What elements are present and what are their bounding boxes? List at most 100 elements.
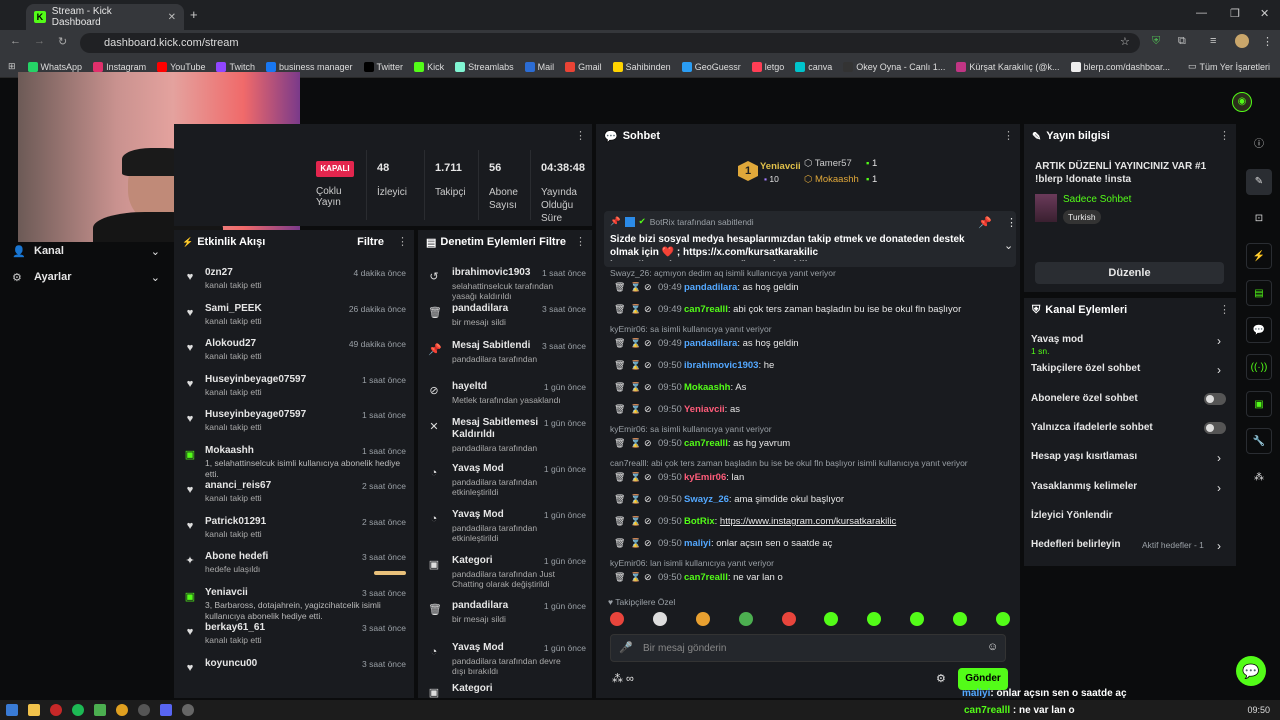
unpin-icon[interactable]: 📌: [978, 216, 992, 229]
rail-icon[interactable]: ⁂: [1246, 465, 1272, 491]
ban-icon[interactable]: ⊘: [644, 282, 652, 293]
activity-filter-button[interactable]: Filtre: [357, 236, 384, 248]
rail-icon[interactable]: ⚡: [1246, 243, 1272, 269]
browser-tab[interactable]: K Stream - Kick Dashboard ✕: [26, 4, 184, 30]
new-tab-icon[interactable]: +: [190, 7, 198, 22]
emote-icon[interactable]: [781, 612, 796, 626]
rail-icon[interactable]: 🔧: [1246, 428, 1272, 454]
apps-grid-icon[interactable]: ⊞: [8, 61, 16, 72]
activity-item[interactable]: ♥ berkay61_61 3 saat önce kanalı takip etti: [174, 622, 414, 656]
bookmark-item[interactable]: letgo: [751, 61, 784, 72]
bookmark-item[interactable]: Instagram: [93, 61, 146, 72]
activity-item[interactable]: ♥ koyuncu00 3 saat önce: [174, 658, 414, 692]
emote-icon[interactable]: [738, 612, 753, 626]
moderation-item[interactable]: 📌 Mesaj Sabitlendi 3 saat önce pandadilara …: [418, 340, 592, 380]
file-explorer-icon[interactable]: [28, 704, 40, 716]
channel-action-item[interactable]: Yasaklanmış kelimeler ›: [1024, 479, 1236, 505]
more-icon[interactable]: ⋮: [575, 129, 586, 142]
timeout-icon[interactable]: ⌛: [630, 516, 641, 527]
channel-action-item[interactable]: İzleyici Yönlendir: [1024, 508, 1236, 534]
message-user[interactable]: pandadilara: [684, 282, 737, 293]
emote-icon[interactable]: [867, 612, 882, 626]
bookmark-item[interactable]: business manager: [266, 61, 353, 72]
bookmark-item[interactable]: WhatsApp: [27, 61, 82, 72]
activity-item[interactable]: ♥ Sami_PEEK 26 dakika önce kanalı takip ett…: [174, 303, 414, 337]
moderation-item[interactable]: ✕ Mesaj Sabitlemesi Kaldırıldı 1 gün önce p…: [418, 417, 592, 457]
chat-message[interactable]: 🗑 ⌛ ⊘ 09:50 kyEmir06: lan: [596, 470, 1016, 490]
maximize-icon[interactable]: ❐: [1230, 7, 1240, 20]
message-user[interactable]: can7realll: [684, 438, 728, 449]
browser-menu-icon[interactable]: ⋮: [1262, 35, 1273, 48]
message-user[interactable]: Mokaashh: [684, 382, 730, 393]
timeout-icon[interactable]: ⌛: [630, 472, 641, 483]
bookmark-item[interactable]: Mail: [524, 61, 554, 72]
bookmark-item[interactable]: YouTube: [157, 61, 205, 72]
bookmark-item[interactable]: Streamlabs: [455, 61, 514, 72]
ban-icon[interactable]: ⊘: [644, 382, 652, 393]
sidebar-item-ayarlar[interactable]: ⚙ Ayarlar ⌄: [12, 268, 160, 286]
app-icon[interactable]: [94, 704, 106, 716]
timeout-icon[interactable]: ⌛: [630, 360, 641, 371]
send-button[interactable]: Gönder: [958, 668, 1008, 690]
chat-settings-icon[interactable]: ⚙: [936, 672, 946, 685]
bookmark-item[interactable]: blerp.com/dashboar...: [1070, 61, 1170, 72]
chat-input[interactable]: 🎤 Bir mesaj gönderin ☺: [610, 634, 1006, 662]
top-gifter-2[interactable]: ⬡ Tamer57: [804, 158, 852, 169]
activity-item[interactable]: ♥ Huseyinbeyage07597 1 saat önce kanalı tak…: [174, 374, 414, 408]
all-bookmarks-folder[interactable]: ▭ Tüm Yer İşaretleri: [1188, 61, 1270, 72]
sidebar-item-kanal[interactable]: 👤 Kanal ⌄: [12, 242, 160, 260]
more-icon[interactable]: ⋮: [1219, 129, 1230, 142]
rail-icon[interactable]: ▣: [1246, 391, 1272, 417]
shield-extension-icon[interactable]: ⛨: [1152, 35, 1160, 48]
channel-action-item[interactable]: Abonelere özel sohbet: [1024, 391, 1236, 417]
channel-action-item[interactable]: Yavaş mod 1 sn. ›: [1024, 332, 1236, 358]
minimize-icon[interactable]: —: [1196, 7, 1207, 19]
chrome-icon[interactable]: [116, 704, 128, 716]
close-tab-icon[interactable]: ✕: [168, 12, 176, 23]
ban-icon[interactable]: ⊘: [644, 538, 652, 549]
bookmark-item[interactable]: Kürşat Karakılıç (@k...: [956, 61, 1060, 72]
delete-icon[interactable]: 🗑: [614, 438, 625, 449]
timeout-icon[interactable]: ⌛: [630, 572, 641, 583]
delete-icon[interactable]: 🗑: [614, 572, 625, 583]
moderation-item[interactable]: ▣ Kategori: [418, 683, 592, 698]
moderation-item[interactable]: ◔ Yavaş Mod 1 gün önce pandadilara tarafınd…: [418, 642, 592, 682]
channel-action-item[interactable]: Hedefleri belirleyin Aktif hedefler - 1 ›: [1024, 537, 1236, 563]
timeout-icon[interactable]: ⌛: [630, 494, 641, 505]
message-user[interactable]: kyEmir06: [684, 472, 726, 483]
message-user[interactable]: BotRix: [684, 516, 715, 527]
top-gifter-name[interactable]: Yeniavcii: [760, 161, 801, 172]
rail-icon[interactable]: 💬: [1246, 317, 1272, 343]
moderation-item[interactable]: ◔ Yavaş Mod 1 gün önce pandadilara tarafınd…: [418, 463, 592, 503]
edit-button[interactable]: Düzenle: [1035, 262, 1224, 284]
url-input[interactable]: dashboard.kick.com/stream: [80, 33, 1140, 53]
delete-icon[interactable]: 🗑: [614, 472, 625, 483]
delete-icon[interactable]: 🗑: [614, 494, 625, 505]
microphone-icon[interactable]: 🎤: [619, 641, 633, 654]
timeout-icon[interactable]: ⌛: [630, 304, 641, 315]
chevron-down-icon[interactable]: ⌄: [1004, 239, 1013, 252]
timeout-icon[interactable]: ⌛: [630, 338, 641, 349]
support-chat-icon[interactable]: 💬: [1236, 656, 1266, 686]
emoji-icon[interactable]: ☺: [987, 641, 998, 653]
category-name[interactable]: Sadece Sohbet: [1063, 194, 1131, 205]
media-icon[interactable]: ≡: [1210, 35, 1216, 47]
moderation-item[interactable]: ▣ Kategori 1 gün önce pandadilara tarafında…: [418, 555, 592, 595]
toggle-switch[interactable]: [1204, 392, 1226, 405]
chat-message[interactable]: 🗑 ⌛ ⊘ 09:50 ibrahimovic1903: he: [596, 358, 1016, 378]
moderation-item[interactable]: ↺ ibrahimovic1903 1 saat önce selahattinsel…: [418, 267, 592, 307]
ban-icon[interactable]: ⊘: [644, 304, 652, 315]
rail-icon[interactable]: ▤: [1246, 280, 1272, 306]
activity-item[interactable]: ✦ Abone hedefi 3 saat önce hedefe ulaşıldı: [174, 551, 414, 585]
forward-icon[interactable]: →: [34, 35, 45, 47]
bookmark-item[interactable]: canva: [795, 61, 832, 72]
toggle-switch[interactable]: [1204, 421, 1226, 434]
activity-item[interactable]: ♥ Alokoud27 49 dakika önce kanalı takip ett…: [174, 338, 414, 372]
emote-icon[interactable]: [610, 612, 624, 626]
ban-icon[interactable]: ⊘: [644, 438, 652, 449]
timeout-icon[interactable]: ⌛: [630, 382, 641, 393]
profile-avatar[interactable]: [1235, 34, 1249, 48]
message-user[interactable]: Yeniavcii: [684, 404, 725, 415]
rail-icon[interactable]: ((·)): [1246, 354, 1272, 380]
activity-item[interactable]: ♥ ananci_reis67 2 saat önce kanalı takip et…: [174, 480, 414, 514]
